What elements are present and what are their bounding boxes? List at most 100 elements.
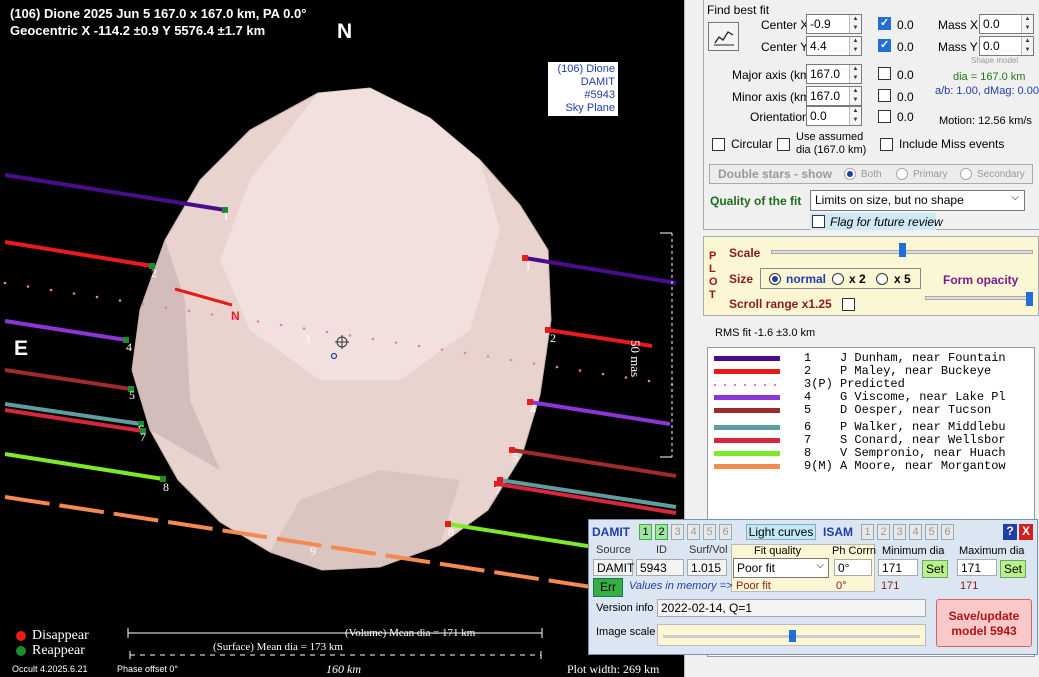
scroll-range-checkbox[interactable] [842, 298, 855, 311]
quality-of-fit-select[interactable]: Limits on size, but no shape ⌵ [810, 190, 1025, 211]
major-axis-checkbox[interactable] [878, 67, 891, 80]
help-button[interactable]: ? [1003, 524, 1017, 540]
mass-y-input[interactable]: 0.0 ▲ ▼ [979, 36, 1034, 56]
spinner-arrows-icon[interactable]: ▲ ▼ [849, 15, 861, 33]
center-x-checkbox[interactable] [878, 16, 891, 30]
major-axis-input[interactable]: 167.0 ▲ ▼ [806, 64, 862, 84]
min-dia-field[interactable]: 171 [878, 559, 918, 576]
predicted-path-dot [417, 344, 421, 348]
damit-model-button[interactable]: 4 [687, 524, 700, 540]
scale-slider-thumb[interactable] [899, 243, 906, 257]
include-miss-checkbox[interactable] [880, 138, 893, 151]
circular-label: Circular [731, 137, 773, 151]
damit-model-button[interactable]: 2 [655, 524, 668, 540]
chord-label: 2 [550, 331, 556, 345]
flag-future-review-checkbox[interactable] [812, 215, 825, 228]
close-button[interactable]: X [1019, 524, 1033, 540]
motion-label: Motion: 12.56 km/s [939, 115, 1032, 127]
predicted-path-dot [486, 355, 490, 358]
line-swatch-icon [714, 464, 780, 469]
damit-tag-line: (106) Dione [557, 63, 615, 75]
chart-icon [714, 31, 734, 46]
light-curves-button[interactable]: Light curves [746, 524, 816, 540]
spinner-arrows-icon[interactable]: ▲ ▼ [849, 37, 861, 55]
ds-secondary-radio[interactable] [960, 168, 972, 180]
max-dia-header: Maximum dia [959, 545, 1025, 557]
predicted-path-dot [532, 362, 536, 365]
orientation-input[interactable]: 0.0 ▲ ▼ [806, 106, 862, 126]
spinner-arrows-icon[interactable]: ▲ ▼ [1021, 15, 1033, 33]
version-info-field: 2022-02-14, Q=1 [657, 599, 926, 617]
form-opacity-slider-thumb[interactable] [1025, 292, 1033, 306]
double-stars-label: Double stars - show [718, 167, 833, 181]
orientation-unc: 0.0 [897, 110, 914, 124]
plot-header-position: Geocentric X -114.2 ±0.9 Y 5576.4 ±1.7 k… [10, 23, 266, 38]
image-scale-label: Image scale [596, 626, 656, 638]
north-label: N [337, 20, 353, 43]
occultation-plot[interactable]: 11224455677889N 3 (106) Dione 2025 Jun 5… [0, 0, 684, 677]
scale-label: Scale [729, 246, 761, 260]
line-swatch-icon [714, 425, 780, 430]
predicted-path-dot [463, 351, 467, 355]
isam-model-button[interactable]: 2 [877, 524, 890, 540]
line-swatch-icon [714, 356, 780, 361]
max-dia-field[interactable]: 171 [957, 559, 997, 576]
damit-model-button[interactable]: 3 [671, 524, 684, 540]
minor-axis-input[interactable]: 167.0 ▲ ▼ [806, 86, 862, 106]
size-x5-radio[interactable] [876, 273, 888, 285]
center-y-input[interactable]: 4.4 ▲ ▼ [806, 36, 862, 56]
isam-model-button[interactable]: 1 [861, 524, 874, 540]
size-x2-radio[interactable] [832, 273, 844, 285]
damit-model-button[interactable]: 1 [639, 524, 652, 540]
chord-label: 8 [163, 480, 169, 494]
best-fit-button[interactable] [708, 22, 739, 51]
predicted-path-dot [187, 309, 191, 313]
isam-model-button[interactable]: 5 [925, 524, 938, 540]
isam-title: ISAM [823, 525, 853, 539]
center-x-label: Center X [761, 18, 809, 32]
surf-vol-header: Surf/Vol [689, 544, 728, 556]
fit-quality-select[interactable]: Poor fit ⌵ [733, 558, 829, 578]
plot-vertical-label: PLOT [709, 250, 718, 301]
predicted-path-dot [394, 341, 398, 344]
damit-model-button[interactable]: 5 [703, 524, 716, 540]
spinner-arrows-icon[interactable]: ▲ ▼ [849, 65, 861, 83]
save-update-button[interactable]: Save/update model 5943 [936, 599, 1032, 647]
center-y-value: 4.4 [810, 39, 827, 53]
spinner-arrows-icon[interactable]: ▲ ▼ [1021, 37, 1033, 55]
ds-both-radio[interactable] [844, 168, 856, 180]
spinner-arrows-icon[interactable]: ▲ ▼ [849, 107, 861, 125]
save-update-label: Save/update [948, 609, 1020, 623]
isam-model-button[interactable]: 4 [909, 524, 922, 540]
chord-label: 7 [495, 483, 501, 497]
line-swatch-icon [714, 395, 780, 400]
mass-y-label: Mass Y [938, 40, 978, 54]
form-opacity-slider[interactable] [925, 296, 1033, 300]
orientation-checkbox[interactable] [878, 110, 891, 123]
ds-primary-radio[interactable] [896, 168, 908, 180]
chord-label: 5 [129, 388, 135, 402]
set-max-dia-button[interactable]: Set [1000, 560, 1026, 578]
ph-corrn-field[interactable]: 0° [834, 559, 872, 576]
spinner-arrows-icon[interactable]: ▲ ▼ [849, 87, 861, 105]
damit-model-tag: (106) Dione DAMIT #5943 Sky Plane [548, 62, 618, 116]
phase-offset-label: Phase offset 0° [117, 664, 178, 674]
circular-checkbox[interactable] [712, 138, 725, 151]
center-y-checkbox[interactable] [878, 38, 891, 52]
isam-model-button[interactable]: 6 [941, 524, 954, 540]
reappear-dot-icon [16, 646, 26, 656]
set-min-dia-button[interactable]: Set [922, 560, 948, 578]
isam-model-button[interactable]: 3 [893, 524, 906, 540]
ab-note: a/b: 1.00, dMag: 0.00 [935, 85, 1039, 97]
err-button[interactable]: Err [593, 578, 623, 597]
mass-x-input[interactable]: 0.0 ▲ ▼ [979, 14, 1034, 34]
size-normal-radio[interactable] [769, 273, 781, 285]
use-assumed-checkbox[interactable] [777, 138, 790, 151]
center-y-unc: 0.0 [897, 40, 914, 54]
minor-axis-checkbox[interactable] [878, 89, 891, 102]
image-scale-thumb[interactable] [788, 630, 796, 642]
center-x-input[interactable]: -0.9 ▲ ▼ [806, 14, 862, 34]
damit-model-button[interactable]: 6 [719, 524, 732, 540]
mass-x-label: Mass X [938, 18, 979, 32]
damit-tag-line: Sky Plane [565, 102, 615, 114]
